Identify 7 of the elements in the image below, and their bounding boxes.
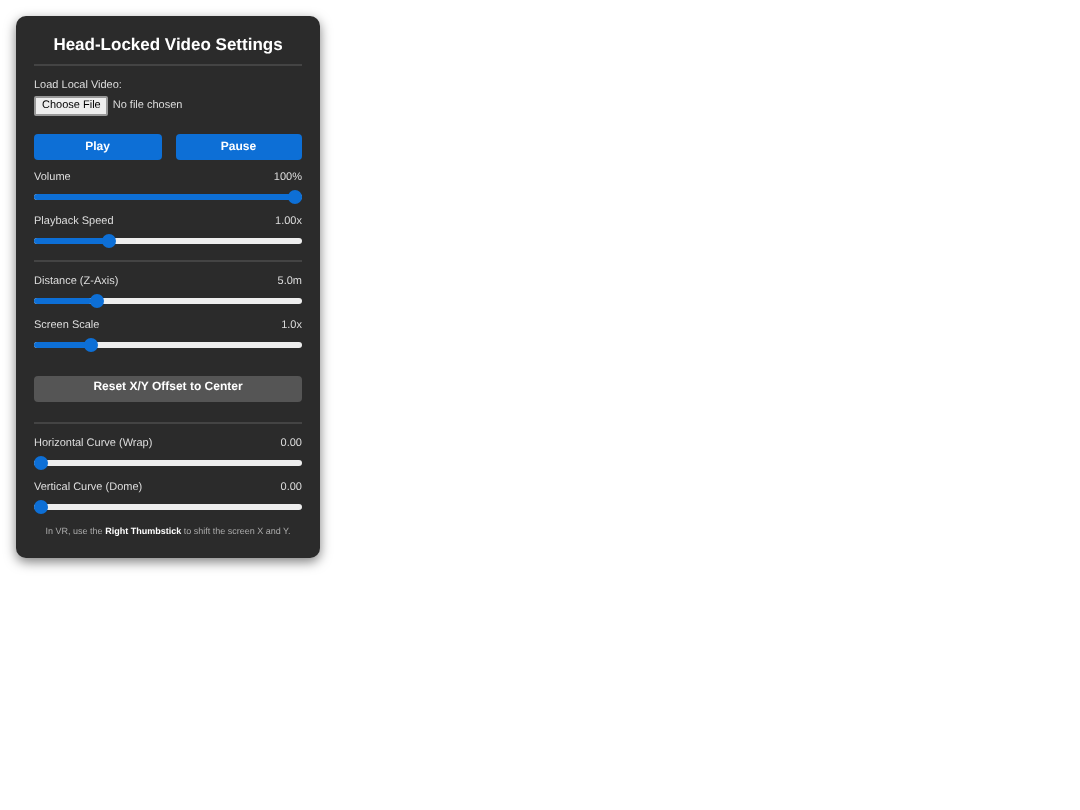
slider[interactable] [34,459,302,465]
slider[interactable] [34,238,302,244]
slider[interactable] [34,194,302,200]
panel-title: Head-Locked Video Settings [51,34,285,54]
slider[interactable] [34,342,302,348]
slider[interactable] [34,503,302,509]
slider[interactable] [34,298,302,304]
